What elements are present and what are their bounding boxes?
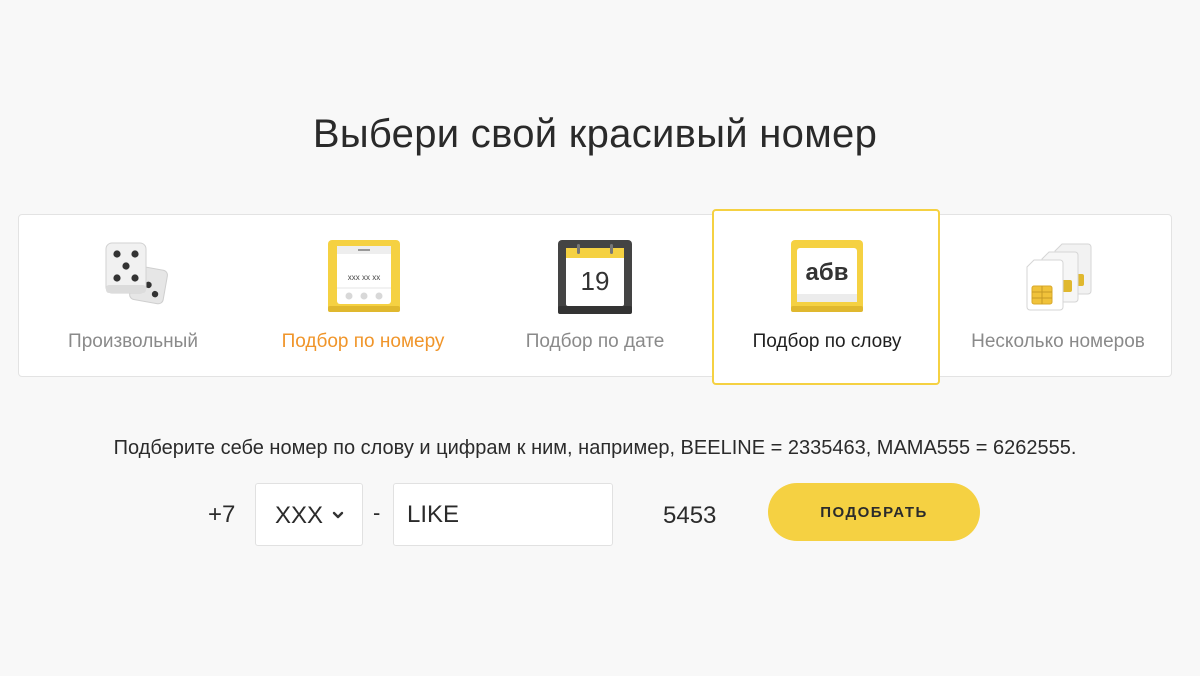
separator-dash: - [373,500,381,525]
tab-label: Подбор по дате [525,331,665,352]
word-input[interactable] [393,483,613,546]
tab-label: Несколько номеров [971,331,1145,352]
sim-cards-icon [1026,243,1092,311]
icon-date-text: 19 [581,266,610,296]
icon-number-text: xxx xx xx [348,273,380,282]
code-select-value: XXX [275,502,324,529]
letters-icon: абв [791,240,863,312]
code-select[interactable]: XXX [255,483,363,546]
calendar-icon: 19 [558,240,632,314]
tab-by-word[interactable]: абв Подбор по слову [712,214,942,375]
submit-button[interactable]: ПОДОБРАТЬ [768,483,980,541]
tab-label: Подбор по номеру [281,331,445,352]
tab-by-number[interactable]: xxx xx xx Подбор по номеру [248,214,478,375]
dice-icon [105,242,168,305]
page-title: Выбери свой красивый номер [312,112,878,156]
tab-multiple-numbers[interactable]: Несколько номеров [943,214,1173,375]
icon-letters-text: абв [806,259,849,286]
tab-label: Произвольный [68,331,198,352]
hint-text: Подберите себе номер по слову и цифрам к… [113,437,1077,459]
tab-random[interactable]: Произвольный [18,214,248,375]
chevron-down-icon [332,511,344,519]
tab-label: Подбор по слову [752,331,902,352]
phone-number-icon: xxx xx xx [328,240,400,312]
tab-by-date[interactable]: 19 Подбор по дате [480,214,710,375]
word-digits: 5453 [663,502,717,529]
country-prefix: +7 [208,501,236,528]
